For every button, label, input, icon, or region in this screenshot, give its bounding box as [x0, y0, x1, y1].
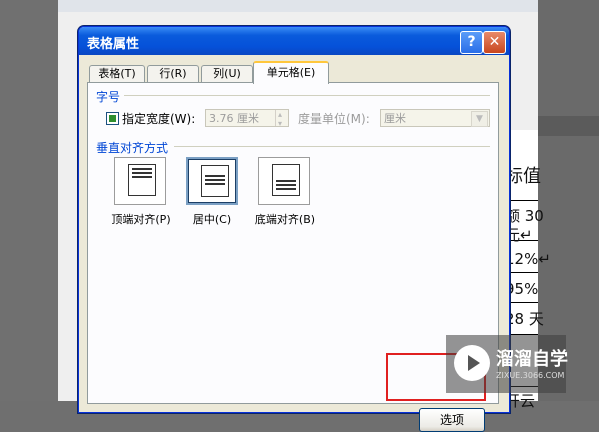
align-center-label: 居中(C)	[192, 213, 232, 226]
width-input[interactable]: 3.76 厘米	[205, 106, 289, 133]
unit-label: 度量单位(M):	[298, 112, 370, 126]
align-top-icon	[128, 164, 156, 196]
play-logo-icon	[454, 345, 490, 381]
align-center-option[interactable]	[186, 157, 238, 205]
document-text: 额 30	[505, 207, 544, 225]
watermark: 溜溜自学 ZIXUE.3066.COM	[446, 335, 568, 393]
options-button[interactable]: 选项	[419, 408, 485, 432]
document-text: 95%	[505, 280, 539, 298]
specify-width-label: 指定宽度(W):	[122, 112, 196, 126]
valign-section-title: 垂直对齐方式	[96, 141, 169, 155]
dialog-title: 表格属性	[87, 37, 140, 52]
watermark-url: ZIXUE.3066.COM	[496, 371, 565, 380]
watermark-brand: 溜溜自学	[496, 349, 568, 370]
specify-width-checkbox[interactable]	[106, 112, 119, 125]
app-ribbon	[58, 0, 538, 12]
unit-value: 厘米	[384, 112, 406, 125]
chevron-down-icon[interactable]: ▼	[471, 111, 488, 127]
tab-row[interactable]: 行(R)	[147, 65, 199, 82]
tab-column[interactable]: 列(U)	[201, 65, 253, 82]
section-divider	[124, 95, 490, 96]
checkbox-check-icon	[109, 115, 116, 122]
align-bottom-option[interactable]	[258, 157, 310, 205]
align-bottom-label: 底端对齐(B)	[254, 213, 316, 226]
unit-select[interactable]: 厘米 ▼	[380, 109, 490, 127]
section-divider	[174, 146, 490, 147]
close-button[interactable]: ✕	[483, 31, 506, 54]
background-band	[538, 116, 599, 136]
tab-cell[interactable]: 单元格(E)	[253, 61, 329, 84]
document-text: 28 天	[505, 310, 544, 328]
align-bottom-icon	[272, 164, 300, 196]
size-section-title: 字号	[96, 90, 121, 104]
tab-table[interactable]: 表格(T)	[89, 65, 145, 82]
width-value: 3.76 厘米	[209, 112, 259, 125]
align-top-label: 顶端对齐(P)	[111, 213, 171, 226]
desktop-background	[0, 0, 58, 401]
align-center-icon	[201, 165, 229, 197]
align-top-option[interactable]	[114, 157, 166, 205]
document-text: 12%↵	[505, 250, 551, 268]
help-button[interactable]: ?	[460, 31, 483, 54]
dialog-titlebar[interactable]: 表格属性 ? ✕	[79, 27, 509, 55]
spinner-icon[interactable]	[275, 106, 288, 133]
document-text: 标值	[505, 166, 541, 187]
